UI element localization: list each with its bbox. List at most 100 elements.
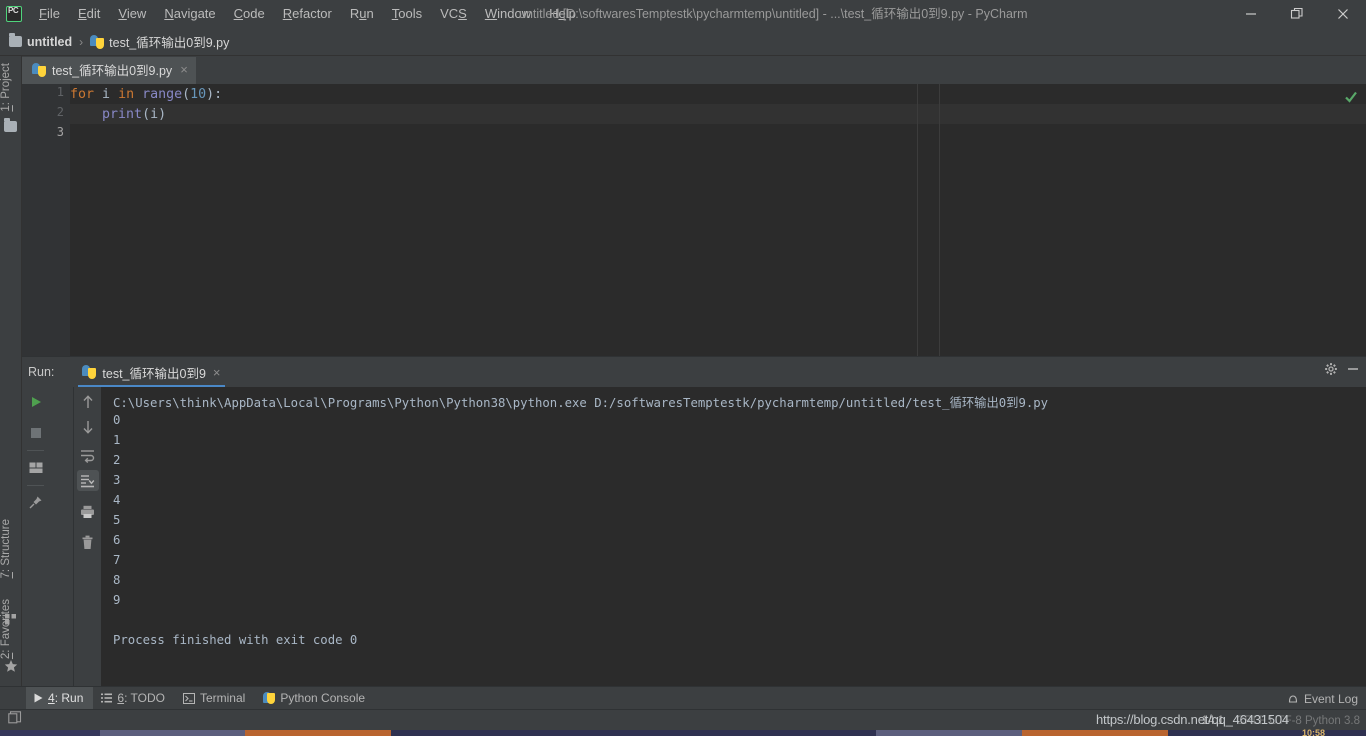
tool-window-run-label: 4: Run <box>48 691 83 705</box>
run-tool-window: Run: test_循环输出0到9 × <box>22 356 1366 686</box>
console-line: 1 <box>113 433 120 447</box>
tool-window-terminal-label: Terminal <box>200 691 245 705</box>
favorites-star-icon[interactable] <box>4 659 18 673</box>
tool-window-python-console[interactable]: Python Console <box>255 687 375 710</box>
run-session-tab-label: test_循环输出0到9 <box>102 363 206 382</box>
run-toolbar-right <box>74 387 101 687</box>
window-controls <box>1228 0 1366 28</box>
sidebar-project-post: : Project <box>0 63 12 105</box>
sidebar-structure-mnemonic: 7 <box>0 572 12 578</box>
tool-window-terminal[interactable]: Terminal <box>175 687 255 710</box>
rerun-button[interactable] <box>25 391 47 412</box>
taskbar-segment-6 <box>1022 730 1168 736</box>
taskbar-segment-5 <box>876 730 1022 736</box>
menu-item-refactor[interactable]: Refactor <box>274 0 341 28</box>
run-toolbar-divider-1 <box>27 450 44 451</box>
list-icon <box>101 693 112 703</box>
toggle-tool-windows-icon[interactable] <box>8 711 22 730</box>
breadcrumb-file[interactable]: test_循环输出0到9.py <box>87 28 232 56</box>
stop-process-button[interactable] <box>25 422 47 443</box>
event-log-button[interactable]: Event Log <box>1287 687 1358 710</box>
line-number: 1 <box>57 85 64 99</box>
breadcrumb-project[interactable]: untitled <box>6 28 75 56</box>
scroll-to-end-button[interactable] <box>77 470 99 491</box>
sidebar-structure-post: : Structure <box>0 519 12 572</box>
editor-tab-label: test_循环输出0到9.py <box>52 60 172 79</box>
run-panel-header-actions <box>1324 362 1360 381</box>
left-tool-strip: 1: Project 7: Structure 2: Favorites <box>0 56 22 697</box>
sidebar-item-project[interactable]: 1: Project <box>0 60 22 115</box>
run-session-tab[interactable]: test_循环输出0到9 × <box>78 358 224 386</box>
pin-tab-button[interactable] <box>25 492 47 513</box>
menu-item-navigate[interactable]: Navigate <box>155 0 224 28</box>
menu-item-run[interactable]: Run <box>341 0 383 28</box>
menu-bar: FileEditViewNavigateCodeRefactorRunTools… <box>30 0 585 28</box>
taskbar-segment-3 <box>245 730 391 736</box>
window-title: untitled [D:\softwaresTemptestk\pycharmt… <box>519 0 1028 28</box>
print-button[interactable] <box>77 501 99 522</box>
menu-item-vcs[interactable]: VCS <box>431 0 476 28</box>
editor-tab[interactable]: test_循环输出0到9.py × <box>22 57 196 84</box>
minimize-button[interactable] <box>1228 0 1274 28</box>
project-folder-icon[interactable] <box>4 118 18 132</box>
run-session-close-icon[interactable]: × <box>213 366 221 379</box>
menu-item-code[interactable]: Code <box>225 0 274 28</box>
console-line: 7 <box>113 553 120 567</box>
gear-icon[interactable] <box>1324 362 1338 381</box>
sidebar-item-structure[interactable]: 7: Structure <box>0 516 22 581</box>
pycharm-logo-icon <box>6 6 22 22</box>
play-icon <box>34 693 43 703</box>
console-line: 2 <box>113 453 120 467</box>
close-button[interactable] <box>1320 0 1366 28</box>
menu-item-tools[interactable]: Tools <box>383 0 431 28</box>
layout-settings-button[interactable] <box>25 457 47 478</box>
line-number: 3 <box>57 125 64 139</box>
breadcrumb-file-label: test_循环输出0到9.py <box>109 32 229 51</box>
menu-item-view[interactable]: View <box>109 0 155 28</box>
bottom-tool-bar: 4: Run 6: TODO Terminal Python Console <box>0 686 1366 709</box>
tool-window-todo[interactable]: 6: TODO <box>93 687 175 710</box>
sidebar-project-mnemonic: 1 <box>0 105 12 111</box>
editor-tab-bar: test_循环输出0到9.py × <box>22 56 1366 84</box>
hide-panel-icon[interactable] <box>1346 362 1360 381</box>
clear-all-button[interactable] <box>77 532 99 553</box>
sidebar-favorites-post: : Favorites <box>0 599 12 653</box>
taskbar-clock: 10:58 <box>1302 728 1325 736</box>
editor-right-split <box>939 84 940 356</box>
menu-item-edit[interactable]: Edit <box>69 0 109 28</box>
os-taskbar <box>0 730 1366 736</box>
csdn-watermark: https://blog.csdn.net/qq_46431504 <box>1096 709 1289 730</box>
run-panel-header: Run: test_循环输出0到9 × <box>22 357 1366 387</box>
editor-gutter[interactable]: 1 2 3 <box>22 84 70 356</box>
python-run-icon <box>82 365 96 379</box>
code-line[interactable]: for i in range(10): <box>70 85 222 105</box>
run-panel-label: Run: <box>28 365 54 379</box>
maximize-restore-button[interactable] <box>1274 0 1320 28</box>
menu-item-file[interactable]: File <box>30 0 69 28</box>
code-editor[interactable]: 1 2 3 for i in range(10): print(i) <box>22 84 1366 356</box>
tool-window-python-console-label: Python Console <box>280 691 365 705</box>
editor-tab-close-icon[interactable]: × <box>180 63 188 76</box>
console-line: 0 <box>113 413 120 427</box>
down-arrow-button[interactable] <box>77 416 99 437</box>
line-number: 2 <box>57 105 64 119</box>
console-line: C:\Users\think\AppData\Local\Programs\Py… <box>113 393 1048 411</box>
console-line: 3 <box>113 473 120 487</box>
run-toolbar-divider-2 <box>27 485 44 486</box>
folder-icon <box>9 36 22 47</box>
run-console-output[interactable]: C:\Users\think\AppData\Local\Programs\Py… <box>101 387 1366 687</box>
code-content[interactable]: for i in range(10): print(i) <box>70 84 1366 356</box>
taskbar-segment-1 <box>0 730 100 736</box>
soft-wrap-button[interactable] <box>77 445 99 466</box>
inspection-ok-icon[interactable] <box>1344 90 1358 109</box>
folder-glyph-icon <box>4 121 17 132</box>
tool-window-run[interactable]: 4: Run <box>26 687 93 710</box>
python-tab-icon <box>32 63 46 77</box>
console-line: Process finished with exit code 0 <box>113 633 357 647</box>
pycharm-window: FileEditViewNavigateCodeRefactorRunTools… <box>0 0 1366 736</box>
sidebar-item-favorites[interactable]: 2: Favorites <box>0 596 22 662</box>
tool-window-todo-label: 6: TODO <box>117 691 165 705</box>
code-line[interactable]: print(i) <box>70 105 166 125</box>
up-arrow-button[interactable] <box>77 391 99 412</box>
navigation-bar: untitled › test_循环输出0到9.py test_循环输出0到9 <box>0 28 1366 56</box>
